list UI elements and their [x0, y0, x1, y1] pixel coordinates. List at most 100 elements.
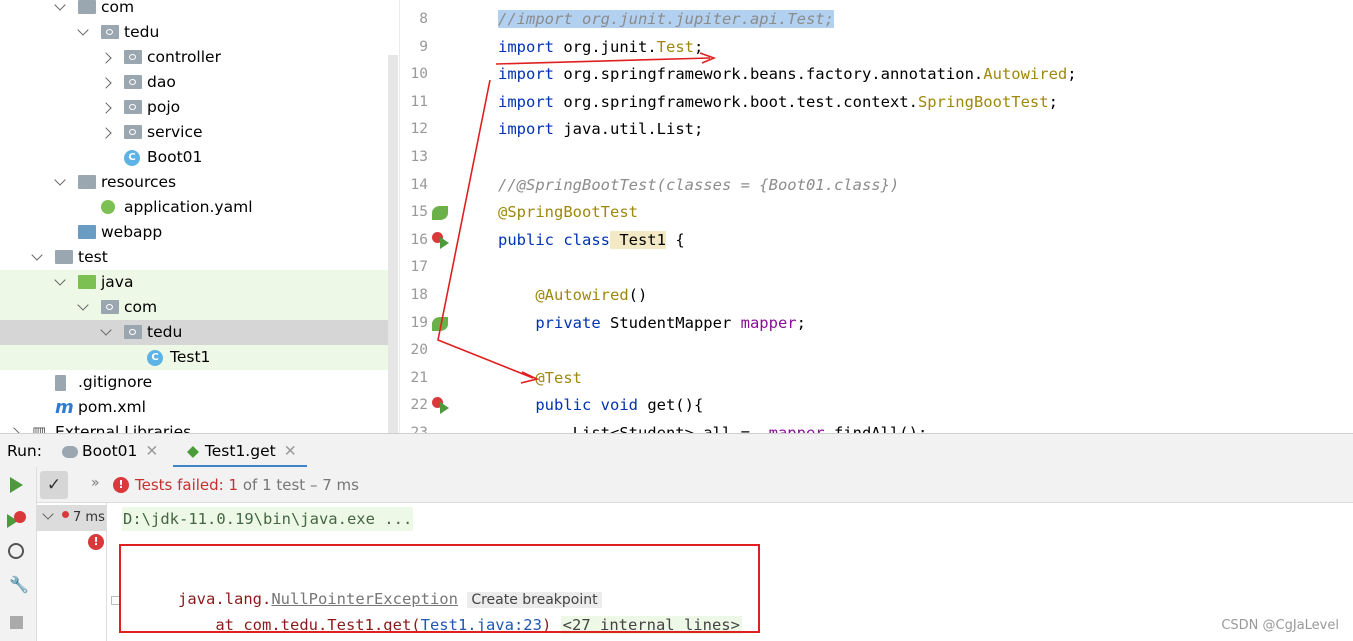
tree-item[interactable]: com: [0, 0, 398, 20]
tree-item-label: com: [124, 298, 158, 316]
code-line[interactable]: 15 @SpringBootTest: [400, 199, 1353, 227]
tab-boot01[interactable]: Boot01 ✕: [62, 434, 158, 468]
spring-bean-icon[interactable]: [432, 316, 448, 331]
run-toolbar: 🔧: [0, 467, 37, 641]
wrench-icon[interactable]: 🔧: [9, 575, 29, 594]
folder-icon: [101, 300, 119, 314]
chevron-right-icon[interactable]: [100, 52, 112, 64]
code-text: private StudentMapper mapper;: [498, 313, 806, 332]
line-number: 16: [410, 231, 428, 248]
tree-item-label: Test1: [170, 348, 211, 366]
line-number: 21: [410, 369, 428, 386]
tree-item-label: tedu: [147, 323, 183, 341]
code-line[interactable]: 10 import org.springframework.beans.facto…: [400, 61, 1353, 89]
chevron-down-icon[interactable]: [100, 324, 112, 336]
tree-item[interactable]: .gitignore: [0, 370, 398, 395]
tree-item[interactable]: webapp: [0, 220, 398, 245]
tree-item-label: pojo: [147, 98, 181, 116]
code-line[interactable]: 12 import java.util.List;: [400, 116, 1353, 144]
tree-item[interactable]: application.yaml: [0, 195, 398, 220]
run-test-failed-icon[interactable]: [432, 231, 450, 250]
code-line[interactable]: 13: [400, 144, 1353, 172]
tab-boot01-label: Boot01: [82, 442, 138, 460]
test-diamond-icon: ◆: [187, 442, 199, 460]
chevron-down-icon[interactable]: [42, 508, 54, 520]
error-icon: !: [113, 477, 129, 493]
show-passed-toggle[interactable]: ✓: [40, 471, 68, 499]
code-editor[interactable]: 8 //import org.junit.jupiter.api.Test; 9 im…: [399, 0, 1353, 433]
library-icon: ▥: [32, 423, 47, 433]
line-number: 19: [410, 314, 428, 331]
error-icon: [62, 511, 69, 518]
code-line[interactable]: 22 public void get(){: [400, 392, 1353, 420]
chevron-down-icon[interactable]: [54, 274, 66, 286]
spring-bean-icon[interactable]: [432, 206, 448, 221]
chevron-down-icon[interactable]: [31, 249, 43, 261]
tree-item-label: application.yaml: [124, 198, 253, 216]
line-number: 12: [410, 121, 428, 138]
ide-window: com tedu controller dao pojo service C Boot01 re…: [0, 0, 1353, 641]
tree-item[interactable]: resources: [0, 170, 398, 195]
tree-item[interactable]: dao: [0, 70, 398, 95]
chevron-right-icon[interactable]: [100, 127, 112, 139]
code-line[interactable]: 16 public class Test1 {: [400, 227, 1353, 255]
rerun-failed-icon[interactable]: [7, 511, 27, 529]
code-line[interactable]: 21 @Test: [400, 365, 1353, 393]
code-line[interactable]: 18 @Autowired(): [400, 282, 1353, 310]
rerun-icon[interactable]: [10, 477, 23, 493]
chevron-right-icon[interactable]: [100, 102, 112, 114]
close-icon[interactable]: ✕: [284, 442, 297, 460]
tree-item[interactable]: C Test1: [0, 345, 398, 370]
run-label: Run:: [7, 442, 42, 460]
chevron-down-icon[interactable]: [77, 299, 89, 311]
tree-item[interactable]: controller: [0, 45, 398, 70]
tree-item[interactable]: tedu: [0, 20, 398, 45]
code-line[interactable]: 11 import org.springframework.boot.test.c…: [400, 89, 1353, 117]
test-root-row[interactable]: 7 ms: [37, 505, 106, 531]
close-icon[interactable]: ✕: [145, 442, 158, 460]
code-line[interactable]: 23 List<Student> all = mapper.findAll();: [400, 420, 1353, 433]
tree-item[interactable]: com: [0, 295, 398, 320]
tree-item[interactable]: tedu: [0, 320, 398, 345]
code-line[interactable]: 14 //@SpringBootTest(classes = {Boot01.cl…: [400, 172, 1353, 200]
tree-item[interactable]: java: [0, 270, 398, 295]
tree-item[interactable]: C Boot01: [0, 145, 398, 170]
expand-chevron-icon[interactable]: »: [91, 475, 100, 491]
run-test-failed-icon[interactable]: [432, 397, 450, 415]
folder-icon: [78, 0, 96, 14]
code-line[interactable]: 19 private StudentMapper mapper;: [400, 310, 1353, 338]
code-line[interactable]: 20: [400, 337, 1353, 365]
line-number: 17: [410, 259, 428, 276]
tab-test1-label: Test1.get: [204, 442, 276, 460]
code-line[interactable]: 17: [400, 254, 1353, 282]
tree-item[interactable]: ▥ External Libraries: [0, 420, 398, 433]
tree-item[interactable]: m pom.xml: [0, 395, 398, 420]
tree-item-label: tedu: [124, 23, 160, 41]
folder-icon: [124, 75, 142, 89]
tab-test1-get[interactable]: ◆ Test1.get ✕: [173, 434, 307, 468]
line-number: 10: [410, 66, 428, 83]
test-time: 7 ms: [73, 510, 105, 525]
code-line[interactable]: 9 import org.junit.Test;: [400, 34, 1353, 62]
tree-item[interactable]: service: [0, 120, 398, 145]
maven-icon: m: [55, 397, 74, 418]
tree-item-label: com: [101, 0, 135, 16]
folder-icon: [124, 100, 142, 114]
file-icon: [55, 375, 66, 391]
tree-item[interactable]: pojo: [0, 95, 398, 120]
chevron-down-icon[interactable]: [54, 174, 66, 186]
tree-item-label: pom.xml: [78, 398, 146, 416]
toggle-auto-test-icon[interactable]: [8, 543, 24, 559]
code-line[interactable]: 8 //import org.junit.jupiter.api.Test;: [400, 6, 1353, 34]
code-text: public class Test1 {: [498, 230, 685, 249]
stop-icon[interactable]: [10, 616, 23, 629]
chevron-right-icon[interactable]: [100, 77, 112, 89]
chevron-down-icon[interactable]: [77, 24, 89, 36]
folder-icon: [78, 275, 96, 289]
chevron-down-icon[interactable]: [54, 0, 66, 11]
error-icon: !: [88, 534, 104, 550]
tree-item[interactable]: test: [0, 245, 398, 270]
tree-scrollbar[interactable]: [388, 55, 398, 433]
run-tab-bar: Run: Boot01 ✕ ◆ Test1.get ✕: [0, 433, 1353, 468]
folder-icon: [124, 325, 142, 339]
